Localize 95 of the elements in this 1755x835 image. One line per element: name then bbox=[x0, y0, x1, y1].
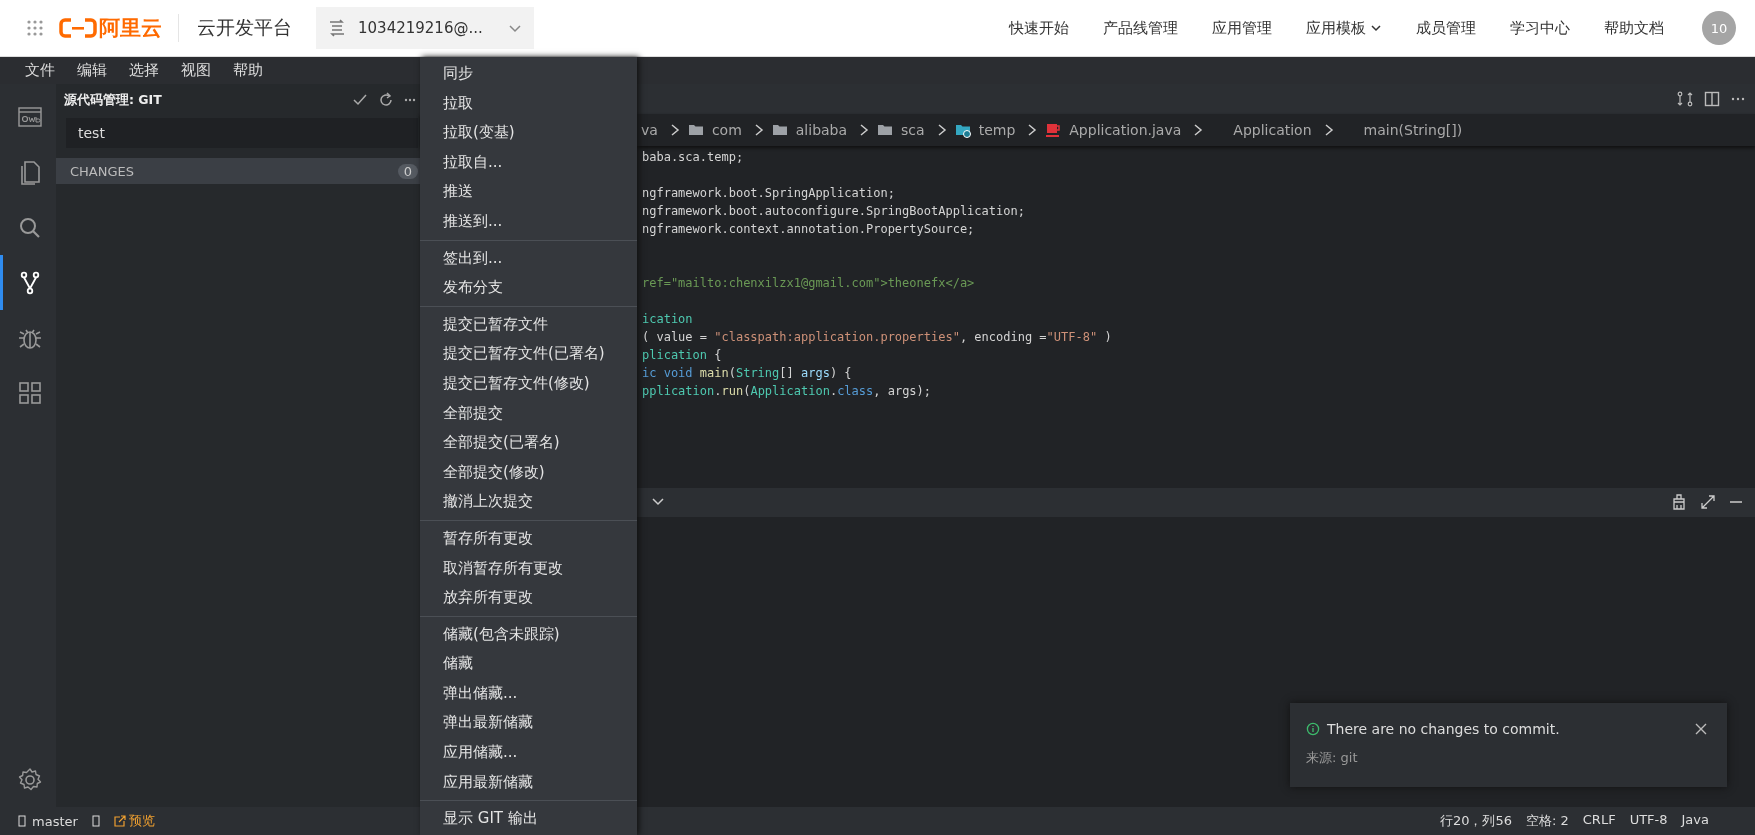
chevron-right-icon bbox=[859, 123, 870, 137]
nav-link[interactable]: 快速开始 bbox=[1009, 18, 1069, 38]
folder-icon bbox=[771, 122, 788, 138]
folder-icon bbox=[954, 122, 971, 138]
nav-link[interactable]: 应用模板 bbox=[1306, 18, 1382, 38]
chevron-right-icon bbox=[753, 123, 764, 137]
menu-item[interactable]: 签出到... bbox=[420, 243, 637, 274]
apps-grid-icon[interactable] bbox=[27, 20, 43, 36]
menu-item[interactable]: 文件 bbox=[25, 61, 55, 80]
code-line: ic void main(String[] args) { bbox=[642, 365, 853, 382]
menu-item[interactable]: 弹出储藏... bbox=[420, 678, 637, 709]
status-item[interactable]: Java bbox=[1681, 812, 1709, 830]
menu-item[interactable]: 全部提交 bbox=[420, 398, 637, 429]
menu-item[interactable]: 撤消上次提交 bbox=[420, 487, 637, 517]
breadcrumb-item[interactable]: temp bbox=[978, 122, 1016, 138]
menu-item[interactable]: 提交已暂存文件 bbox=[420, 309, 637, 340]
status-item[interactable]: 行20，列56 bbox=[1439, 812, 1512, 830]
nav-link[interactable]: 帮助文档 bbox=[1604, 18, 1664, 38]
settings-icon bbox=[16, 766, 43, 793]
status-item[interactable]: UTF-8 bbox=[1629, 812, 1668, 830]
refresh-icon[interactable] bbox=[378, 92, 394, 108]
menu-item[interactable]: 全部提交(修改) bbox=[420, 457, 637, 488]
compare-icon[interactable] bbox=[1677, 91, 1693, 107]
coffee-cup-icon bbox=[1045, 122, 1062, 138]
menu-item[interactable]: 应用最新储藏 bbox=[420, 767, 637, 798]
menu-item[interactable]: 推送 bbox=[420, 177, 637, 207]
product-name: 云开发平台 bbox=[197, 15, 292, 40]
changes-section-header[interactable]: CHANGES 0 bbox=[56, 158, 420, 184]
chevron-right-icon bbox=[1027, 123, 1038, 137]
breadcrumb-item[interactable]: main(String[]) bbox=[1363, 122, 1463, 138]
chevron-right-icon bbox=[1323, 123, 1334, 137]
menu-item[interactable]: 暂存所有更改 bbox=[420, 523, 637, 554]
code-line: pplication.run(Application.class, args); bbox=[642, 383, 933, 400]
menu-item[interactable]: 选择 bbox=[129, 61, 159, 80]
code-line: ication bbox=[642, 311, 694, 328]
menu-item[interactable]: 显示 GIT 输出 bbox=[420, 804, 637, 834]
code-line: ngframework.boot.autoconfigure.SpringBootApplication; bbox=[642, 203, 1026, 220]
menu-item[interactable]: 拉取自... bbox=[420, 147, 637, 178]
menu-item[interactable]: 同步 bbox=[420, 59, 637, 89]
menu-item[interactable]: 弹出最新储藏 bbox=[420, 708, 637, 739]
menu-item[interactable]: 储藏(包含未跟踪) bbox=[420, 619, 637, 650]
menu-item[interactable]: 放弃所有更改 bbox=[420, 583, 637, 613]
breadcrumb-item[interactable]: com bbox=[711, 122, 742, 138]
menu-item[interactable]: 提交已暂存文件(已署名) bbox=[420, 339, 637, 369]
code-line: ngframework.context.annotation.PropertySource; bbox=[642, 221, 976, 238]
menu-item[interactable]: 发布分支 bbox=[420, 273, 637, 303]
panel-title: 源代码管理: GIT bbox=[64, 91, 162, 109]
nav-link[interactable]: 成员管理 bbox=[1416, 18, 1476, 38]
commit-message-field[interactable]: test bbox=[66, 118, 418, 148]
menu-item[interactable]: 编辑 bbox=[77, 61, 107, 80]
chevron-right-icon bbox=[669, 123, 680, 137]
split-view-icon[interactable] bbox=[1704, 91, 1720, 107]
info-icon bbox=[1306, 722, 1320, 736]
menu-item[interactable]: 帮助 bbox=[233, 61, 263, 80]
branch-status[interactable]: master bbox=[18, 813, 78, 829]
menu-item[interactable]: 拉取 bbox=[420, 88, 637, 119]
menu-item[interactable]: 储藏 bbox=[420, 649, 637, 679]
menu-item[interactable]: 取消暂存所有更改 bbox=[420, 553, 637, 584]
code-line: baba.sca.temp; bbox=[642, 149, 745, 166]
status-item[interactable]: CRLF bbox=[1582, 812, 1616, 830]
logo-mark-icon bbox=[59, 17, 97, 39]
maximize-icon[interactable] bbox=[1701, 495, 1715, 509]
status-item[interactable]: 空格: 2 bbox=[1526, 812, 1569, 830]
account-selector[interactable]: 1034219216@... bbox=[316, 7, 534, 49]
count-badge: 0 bbox=[397, 163, 418, 179]
breadcrumb-item[interactable]: Application bbox=[1233, 122, 1312, 138]
close-icon[interactable] bbox=[1695, 723, 1707, 735]
chevron-right-icon bbox=[936, 123, 947, 137]
chevron-right-icon bbox=[1193, 123, 1204, 137]
breadcrumb-item[interactable]: va bbox=[641, 122, 658, 138]
code-line: ( value = "classpath:application.properties", encoding ="UTF-8" ) bbox=[642, 329, 1113, 346]
external-link-icon bbox=[113, 815, 126, 827]
menu-item[interactable]: 全部提交(已署名) bbox=[420, 428, 637, 458]
menu-item[interactable]: 提交已暂存文件(修改) bbox=[420, 368, 637, 399]
folder-icon bbox=[687, 122, 704, 138]
notification-message: There are no changes to commit. bbox=[1327, 721, 1560, 737]
notification-source: 来源: git bbox=[1306, 749, 1358, 767]
breadcrumb-item[interactable]: Application.java bbox=[1069, 122, 1182, 138]
code-line: ngframework.boot.SpringApplication; bbox=[642, 185, 896, 202]
menu-item[interactable]: 视图 bbox=[181, 61, 211, 80]
code-line: plication { bbox=[642, 347, 723, 364]
logo-text: 阿里云 bbox=[99, 15, 162, 42]
chevron-down-icon bbox=[1370, 22, 1382, 34]
nav-link[interactable]: 应用管理 bbox=[1212, 18, 1272, 38]
breadcrumb-item[interactable]: alibaba bbox=[795, 122, 848, 138]
menu-item[interactable]: 拉取(变基) bbox=[420, 118, 637, 148]
nav-link[interactable]: 学习中心 bbox=[1510, 18, 1570, 38]
menu-item[interactable]: 应用储藏... bbox=[420, 738, 637, 768]
breadcrumb-item[interactable]: sca bbox=[901, 122, 925, 138]
preview-link[interactable]: 预览 bbox=[113, 812, 155, 830]
menu-item[interactable]: 推送到... bbox=[420, 206, 637, 237]
checkmark-icon[interactable] bbox=[352, 92, 368, 108]
nav-link[interactable]: 产品线管理 bbox=[1103, 18, 1178, 38]
code-line: ref="mailto:chenxilzx1@gmail.com">theonefx</a> bbox=[642, 275, 976, 292]
folder-icon bbox=[877, 122, 894, 138]
